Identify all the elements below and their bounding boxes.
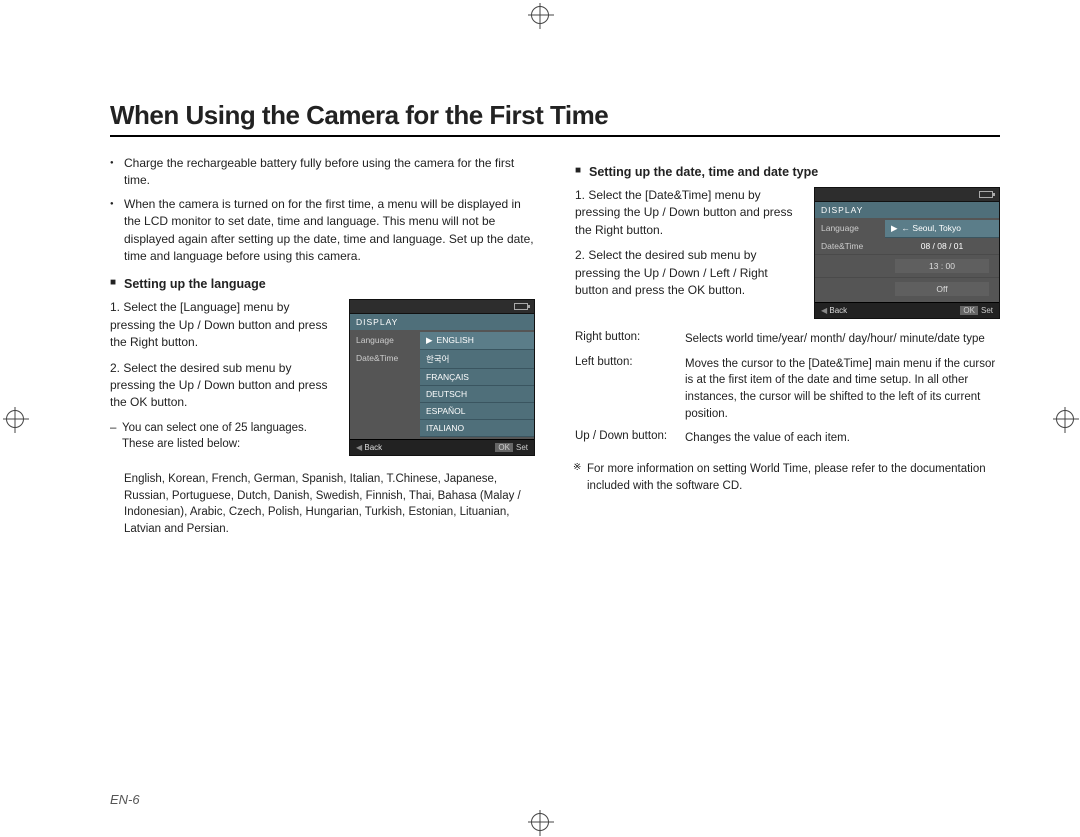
lcd-opt: ESPAÑOL — [426, 406, 466, 416]
lcd-opt: ENGLISH — [437, 335, 474, 345]
chevron-right-icon: ▶ — [426, 335, 433, 345]
page-title: When Using the Camera for the First Time — [110, 100, 1000, 137]
lcd-menu-language: Language — [815, 220, 885, 238]
lcd-val-time: 13 : 00 — [895, 259, 989, 273]
btn-val: Changes the value of each item. — [685, 428, 1000, 453]
lcd-title: DISPLAY — [815, 202, 999, 218]
battery-icon — [514, 303, 528, 310]
left-column: Charge the rechargeable battery fully be… — [110, 155, 535, 538]
lcd-opt: ITALIANO — [426, 423, 464, 433]
lcd-opt: DEUTSCH — [426, 389, 467, 399]
date-step2: Select the desired sub menu by pressing … — [575, 248, 768, 297]
lcd-foot-ok: OK — [960, 306, 978, 315]
lcd-foot-back: Back — [356, 443, 382, 452]
bullet-item: When the camera is turned on for the fir… — [110, 196, 535, 266]
page-number: EN-6 — [110, 792, 140, 807]
lcd-foot-set: Set — [516, 443, 528, 452]
button-function-table: Right button: Selects world time/year/ m… — [575, 329, 1000, 453]
btn-val: Selects world time/year/ month/ day/hour… — [685, 329, 1000, 354]
lcd-foot-back: Back — [821, 306, 847, 315]
btn-key: Up / Down button: — [575, 428, 685, 453]
btn-key: Right button: — [575, 329, 685, 354]
lcd-language-screen: DISPLAY Language ▶ENGLISH Date&Time 한국어 … — [349, 299, 535, 456]
lcd-val-city: ← Seoul, Tokyo — [902, 223, 961, 233]
lcd-foot-set: Set — [981, 306, 993, 315]
language-list: English, Korean, French, German, Spanish… — [110, 471, 535, 538]
lcd-opt: 한국어 — [426, 354, 449, 364]
date-footnote: For more information on setting World Ti… — [575, 461, 1000, 494]
lcd-foot-ok: OK — [495, 443, 513, 452]
subheading-language: Setting up the language — [110, 277, 535, 291]
lcd-menu-datetime: Date&Time — [350, 350, 420, 369]
lcd-menu-language: Language — [350, 332, 420, 350]
subheading-datetime: Setting up the date, time and date type — [575, 165, 1000, 179]
battery-icon — [979, 191, 993, 198]
btn-val: Moves the cursor to the [Date&Time] main… — [685, 354, 1000, 429]
lcd-title: DISPLAY — [350, 314, 534, 330]
chevron-right-icon: ▶ — [891, 223, 898, 233]
lang-step2: Select the desired sub menu by pressing … — [110, 361, 327, 410]
right-column: Setting up the date, time and date type … — [575, 155, 1000, 538]
btn-key: Left button: — [575, 354, 685, 429]
lcd-val-off: Off — [895, 282, 989, 296]
lcd-val-date: 08 / 08 / 01 — [921, 241, 964, 251]
lang-step1: Select the [Language] menu by pressing t… — [110, 300, 327, 349]
lcd-opt: FRANÇAIS — [426, 372, 469, 382]
intro-bullets: Charge the rechargeable battery fully be… — [110, 155, 535, 265]
bullet-item: Charge the rechargeable battery fully be… — [110, 155, 535, 190]
date-step1: Select the [Date&Time] menu by pressing … — [575, 188, 792, 237]
lcd-datetime-screen: DISPLAY Language ▶ ← Seoul, Tokyo Date&Ti… — [814, 187, 1000, 319]
lang-note: You can select one of 25 languages. Thes… — [110, 420, 335, 453]
lcd-menu-datetime: Date&Time — [815, 238, 885, 254]
